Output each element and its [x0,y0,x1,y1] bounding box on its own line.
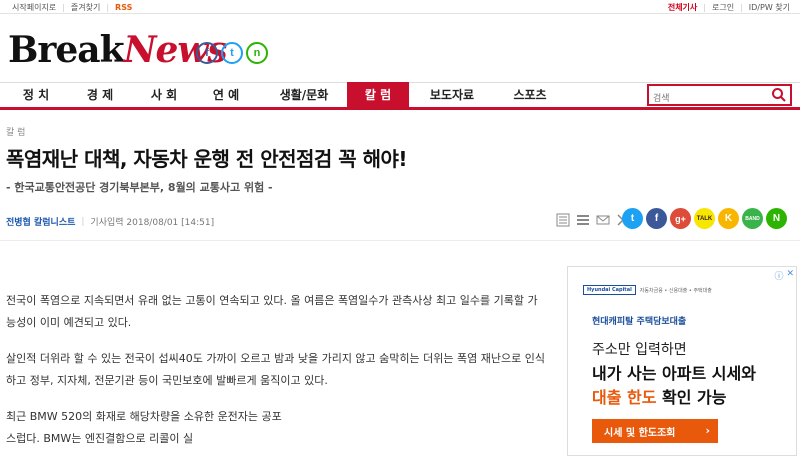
utility-links-left: 시작페이지로 | 즐겨찾기 | RSS [6,2,138,13]
ad-cta-button[interactable]: 시세 및 한도조회 › [592,419,718,443]
nav-item-politics[interactable]: 정 치 [8,83,64,108]
search-icon[interactable] [771,87,787,103]
link-find-id-pw[interactable]: ID/PW 찾기 [743,2,796,13]
search-box [647,84,792,108]
twitter-icon[interactable]: t [221,42,243,64]
text-size-icon[interactable] [575,212,591,228]
link-bookmark[interactable]: 즐겨찾기 [65,2,106,13]
email-icon[interactable] [595,212,611,228]
google-plus-share-icon[interactable]: g+ [670,208,691,229]
article-headline: 폭염재난 대책, 자동차 운행 전 안전점검 꼭 해야! [6,147,408,171]
article-meta: 전병협 칼럼니스트 | 기사입력 2018/08/01 [14:51] [6,215,215,229]
ad-line-3: 대출 한도 확인 가능 [592,384,726,408]
header-social-links: f t n [196,42,268,64]
chevron-right-icon: › [705,424,710,437]
facebook-icon[interactable]: f [196,42,218,64]
print-icon[interactable] [555,212,571,228]
ad-choices: ⓘ ✕ [774,269,794,282]
article-paragraph: 최근 BMW 520의 화재로 해당차량을 소유한 운전자는 공포스럽다. BM… [6,410,282,445]
nav-item-sports[interactable]: 스포츠 [502,83,558,108]
link-login[interactable]: 로그인 [706,2,740,13]
nav-item-economy[interactable]: 경 제 [72,83,128,108]
twitter-share-icon[interactable]: t [622,208,643,229]
top-utility-bar: 시작페이지로 | 즐겨찾기 | RSS 전체기사 | 로그인 | ID/PW 찾… [0,0,800,14]
article-tools [555,212,631,228]
kakaostory-share-icon[interactable]: K [718,208,739,229]
article-subheadline: - 한국교통안전공단 경기북부본부, 8월의 교통사고 위험 - [6,181,273,194]
ad-cta-label: 시세 및 한도조회 [604,427,676,439]
ad-line-2: 내가 사는 아파트 시세와 [592,364,756,383]
naver-share-icon[interactable]: N [766,208,787,229]
article-paragraph: 살인적 더위라 할 수 있는 전국이 섭씨40도 가까이 오르고 밤과 낮을 가… [6,352,545,387]
article-author[interactable]: 전병협 칼럼니스트 [6,215,75,228]
ad-line-1: 주소만 입력하면 [592,342,687,358]
article-paragraph: 전국이 폭염으로 지속되면서 유래 없는 고통이 연속되고 있다. 올 여름은 … [6,294,538,329]
ad-banner[interactable]: ⓘ ✕ Hyundai Capital 자동차금융 • 신용대출 • 주택대출 … [567,266,797,456]
ad-brand-row: Hyundai Capital 자동차금융 • 신용대출 • 주택대출 [583,285,712,295]
link-all-articles[interactable]: 전체기사 [662,2,703,13]
ad-brand: Hyundai Capital [583,285,636,295]
ad-tagline: 현대캐피탈 주택담보대출 [592,317,687,327]
article-category[interactable]: 칼 럼 [6,125,25,138]
divider [0,240,800,241]
logo-break: Break [8,29,125,71]
ad-close-icon[interactable]: ✕ [786,269,794,282]
nav-item-life-culture[interactable]: 생활/문화 [268,83,340,108]
nav-item-column[interactable]: 칼 럼 [347,82,409,109]
link-rss[interactable]: RSS [109,3,138,12]
article-body: 전국이 폭염으로 지속되면서 유래 없는 고통이 연속되고 있다. 올 여름은 … [6,290,546,462]
facebook-share-icon[interactable]: f [646,208,667,229]
nav-item-entertainment[interactable]: 연 예 [198,83,254,108]
nav-item-press-release[interactable]: 보도자료 [420,83,484,108]
search-input[interactable] [649,90,769,108]
band-share-icon[interactable]: BAND [742,208,763,229]
article-date: 기사입력 2018/08/01 [14:51] [90,218,215,228]
link-start-page[interactable]: 시작페이지로 [6,2,62,13]
ad-info-icon[interactable]: ⓘ [774,269,783,282]
site-logo[interactable]: BreakNews [8,28,228,73]
ad-highlight: 대출 한도 [592,388,657,407]
separator: | [81,216,85,227]
nav-item-society[interactable]: 사 회 [136,83,192,108]
utility-links-right: 전체기사 | 로그인 | ID/PW 찾기 [662,2,796,13]
share-buttons: t f g+ TALK K BAND N [622,208,787,229]
ad-brand-sub: 자동차금융 • 신용대출 • 주택대출 [639,287,712,294]
naver-blog-icon[interactable]: n [246,42,268,64]
ad-line-3-rest: 확인 가능 [656,388,727,407]
kakaotalk-share-icon[interactable]: TALK [694,208,715,229]
